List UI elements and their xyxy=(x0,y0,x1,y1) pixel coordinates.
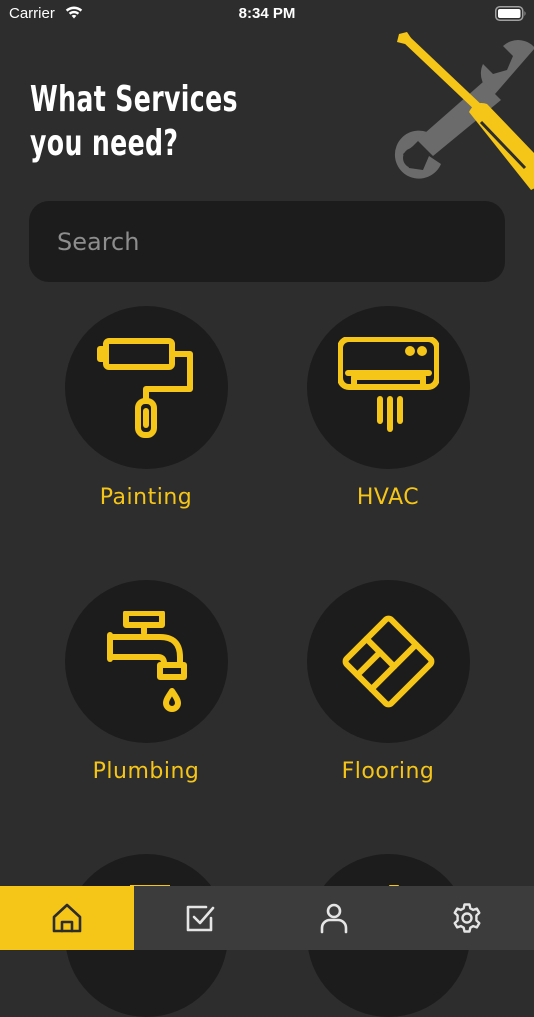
tab-profile[interactable] xyxy=(267,886,401,950)
service-hvac-circle[interactable] xyxy=(307,306,470,469)
service-hvac[interactable]: HVAC xyxy=(268,306,508,510)
service-plumbing[interactable]: Plumbing xyxy=(26,580,266,784)
paint-roller-icon xyxy=(96,337,197,438)
floor-tiles-icon xyxy=(338,611,439,712)
faucet-icon xyxy=(96,611,197,712)
service-label: Painting xyxy=(26,485,266,510)
home-icon xyxy=(51,902,83,934)
screwdriver-wrench-icon xyxy=(385,28,534,190)
service-flooring[interactable]: Flooring xyxy=(268,580,508,784)
gear-icon xyxy=(451,902,483,934)
service-plumbing-circle[interactable] xyxy=(65,580,228,743)
service-painting[interactable]: Painting xyxy=(26,306,266,510)
page-title: What Services you need? xyxy=(30,78,240,166)
user-icon xyxy=(318,902,350,934)
status-bar: Carrier 8:34 PM xyxy=(0,0,534,28)
search-bar[interactable] xyxy=(29,201,505,282)
tab-settings[interactable] xyxy=(401,886,534,950)
tab-bar xyxy=(0,886,534,950)
service-label: Flooring xyxy=(268,759,508,784)
tab-tasks[interactable] xyxy=(134,886,268,950)
service-painting-circle[interactable] xyxy=(65,306,228,469)
air-conditioner-icon xyxy=(338,337,439,438)
status-time: 8:34 PM xyxy=(0,5,534,22)
battery-icon xyxy=(495,6,527,21)
checkbox-icon xyxy=(184,902,216,934)
service-flooring-circle[interactable] xyxy=(307,580,470,743)
tab-home[interactable] xyxy=(0,886,134,950)
page-title-line-1: What Services xyxy=(30,78,240,122)
service-label: Plumbing xyxy=(26,759,266,784)
page-title-line-2: you need? xyxy=(30,122,240,166)
service-label: HVAC xyxy=(268,485,508,510)
search-input[interactable] xyxy=(57,201,477,282)
